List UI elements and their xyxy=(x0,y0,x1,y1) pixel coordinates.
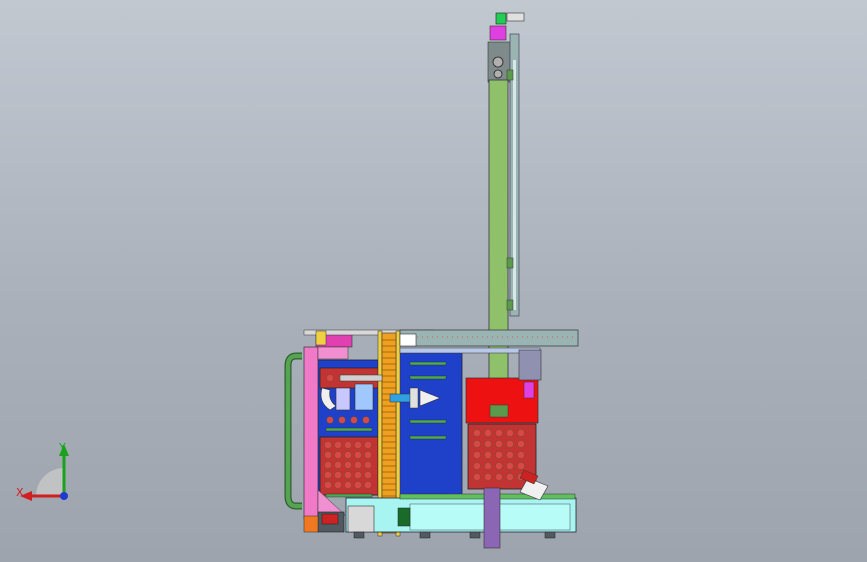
pink-side-plate xyxy=(303,346,319,520)
y-axis-label: Y xyxy=(59,441,66,454)
cad-viewport[interactable]: X Y xyxy=(0,0,867,562)
vertical-guide-rail-inner xyxy=(513,60,516,310)
blue-panel xyxy=(397,349,463,501)
horizontal-rail-carriage xyxy=(399,333,417,347)
x-axis-label: X xyxy=(16,486,24,499)
horizontal-guide-rail xyxy=(399,329,579,347)
vertical-column xyxy=(488,79,509,416)
column-clamp-1 xyxy=(506,69,514,81)
yellow-block xyxy=(315,330,327,346)
left-part-tray xyxy=(319,436,379,496)
column-clamp-2 xyxy=(506,257,514,269)
machine-model[interactable] xyxy=(0,0,867,562)
column-clamp-3 xyxy=(506,299,514,311)
purple-post xyxy=(483,487,501,549)
axis-triad xyxy=(20,444,69,501)
pink-diagonal-brace xyxy=(317,346,349,360)
z-axis-dot xyxy=(60,492,68,500)
